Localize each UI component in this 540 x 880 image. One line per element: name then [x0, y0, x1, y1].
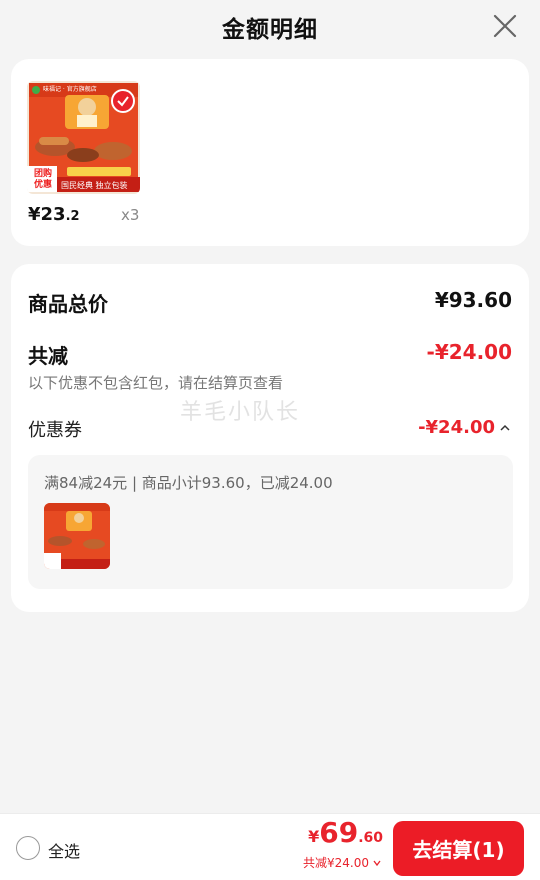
- product-item[interactable]: 团购优惠 国民经典 独立包装 味福记 · 官方旗舰店: [27, 81, 141, 194]
- total-cents: .60: [358, 830, 383, 846]
- footer-discount-toggle[interactable]: 共减¥24.00: [303, 854, 382, 871]
- product-card: 团购优惠 国民经典 独立包装 味福记 · 官方旗舰店 ¥23.2 x3: [11, 59, 529, 246]
- close-icon[interactable]: [492, 13, 518, 39]
- header: 金额明细: [0, 0, 540, 54]
- discount-value: -¥24.00: [426, 340, 512, 364]
- product-price: ¥23.2: [28, 204, 80, 225]
- total-yen: ¥: [308, 827, 320, 846]
- coupon-toggle[interactable]: -¥24.00: [418, 417, 511, 438]
- product-slogan-text: 国民经典 独立包装: [61, 181, 128, 190]
- summary-card: 商品总价 ¥93.60 共减 -¥24.00 以下优惠不包含红包，请在结算页查看…: [11, 264, 529, 612]
- watermark-text: 羊毛小队长: [180, 400, 301, 425]
- product-tag-text: 团购优惠: [33, 169, 52, 190]
- total-price-label: 商品总价: [28, 292, 108, 316]
- coupon-description: 满84减24元 | 商品小计93.60，已减24.00: [44, 474, 333, 492]
- bottom-bar: 全选 ¥69.60 共减¥24.00 去结算(1): [0, 813, 540, 880]
- total-int: 69: [319, 816, 359, 849]
- product-brand-text: 味福记 · 官方旗舰店: [43, 86, 97, 93]
- chevron-up-icon: [500, 424, 510, 431]
- page-title: 金额明细: [222, 17, 318, 43]
- product-price-cents: .2: [65, 209, 80, 224]
- discount-label: 共减: [28, 344, 68, 368]
- coupon-detail: 满84减24元 | 商品小计93.60，已减24.00: [28, 455, 513, 589]
- selected-check-icon[interactable]: [111, 89, 135, 113]
- discount-note: 以下优惠不包含红包，请在结算页查看: [28, 374, 284, 392]
- product-image[interactable]: 团购优惠 国民经典 独立包装 味福记 · 官方旗舰店: [27, 81, 140, 194]
- total-price-value: ¥93.60: [434, 288, 512, 312]
- product-quantity: x3: [121, 206, 140, 224]
- select-all-label[interactable]: 全选: [48, 838, 80, 862]
- footer-discount-text: 共减¥24.00: [303, 856, 369, 870]
- select-all-radio[interactable]: [16, 836, 40, 860]
- chevron-down-icon: [373, 860, 381, 866]
- coupon-value: -¥24.00: [418, 417, 495, 438]
- coupon-product-thumbnail: [44, 503, 110, 569]
- footer-total-price: ¥69.60: [308, 816, 383, 849]
- coupon-label: 优惠券: [28, 420, 82, 441]
- product-price-main: ¥23: [28, 204, 66, 225]
- checkout-button[interactable]: 去结算(1): [393, 821, 524, 876]
